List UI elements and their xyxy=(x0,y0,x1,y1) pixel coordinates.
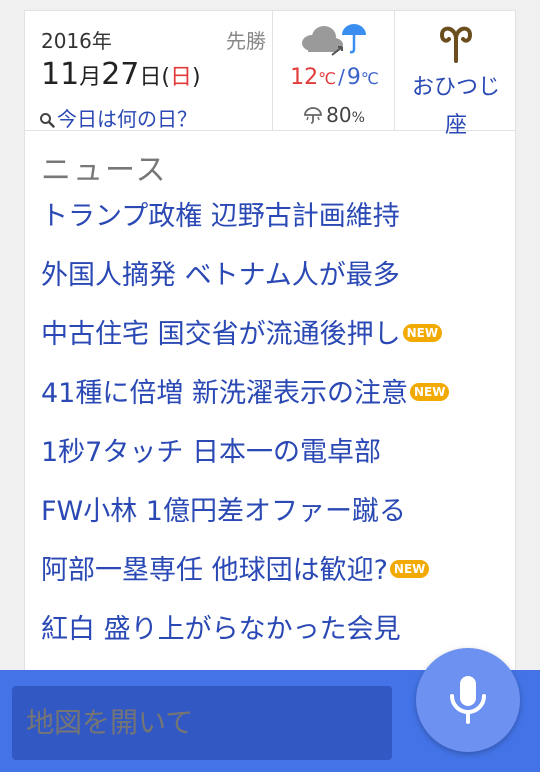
voice-search-button[interactable] xyxy=(416,648,520,752)
horoscope-panel[interactable]: おひつじ座 xyxy=(396,11,515,138)
weather-panel[interactable]: 12℃/9℃ 80% xyxy=(274,11,395,131)
month-day: 11月27日(日) xyxy=(41,57,201,92)
day-unit: 日 xyxy=(139,65,162,90)
new-badge: NEW xyxy=(389,560,430,578)
month-unit: 月 xyxy=(79,65,102,90)
news-title: 41種に倍増 新洗濯表示の注意 xyxy=(41,378,408,409)
rokuyo-label: 先勝 xyxy=(226,29,266,53)
high-temp: 12 xyxy=(290,65,319,90)
news-title: 紅白 盛り上がらなかった会見 xyxy=(41,614,401,645)
microphone-icon xyxy=(450,676,486,724)
news-item[interactable]: 外国人摘発 ベトナム人が最多 xyxy=(41,256,511,315)
news-item[interactable]: トランプ政権 辺野古計画維持 xyxy=(41,197,511,256)
rain-chance: 80% xyxy=(274,103,395,127)
info-header-row: 2016年 先勝 11月27日(日) 今日は何の日？ 12℃ /9℃ 80% お… xyxy=(25,11,515,138)
low-temp-unit: ℃ xyxy=(360,69,379,88)
high-temp-unit: ℃ xyxy=(318,69,337,88)
month-number: 11 xyxy=(41,57,80,92)
low-temp: 9 xyxy=(346,65,361,90)
new-badge: NEW xyxy=(402,324,443,342)
news-heading: ニュース xyxy=(41,153,168,188)
rain-percent-unit: % xyxy=(351,110,365,126)
day-number: 27 xyxy=(101,57,140,92)
weekday-label: 日 xyxy=(170,65,193,90)
umbrella-icon xyxy=(304,107,323,124)
year-label: 2016年 xyxy=(41,29,112,53)
news-title: 阿部一塁専任 他球団は歓迎? xyxy=(41,555,388,586)
news-title: トランプ政権 辺野古計画維持 xyxy=(41,201,400,232)
search-input[interactable] xyxy=(12,686,392,760)
date-panel[interactable]: 2016年 先勝 11月27日(日) 今日は何の日？ xyxy=(25,11,273,131)
cloudy-then-rain-icon xyxy=(302,24,366,56)
news-item[interactable]: 41種に倍増 新洗濯表示の注意 NEW xyxy=(41,374,511,433)
news-title: 1秒7タッチ 日本一の電卓部 xyxy=(41,437,381,468)
news-title: FW小林 1億円差オファー蹴る xyxy=(41,496,406,527)
news-item[interactable]: 阿部一塁専任 他球団は歓迎? NEW xyxy=(41,551,511,610)
temperature: 12℃/9℃ xyxy=(274,65,395,90)
weekday-paren-open: ( xyxy=(161,65,170,90)
weekday-paren-close: ) xyxy=(192,65,201,90)
news-item[interactable]: 1秒7タッチ 日本一の電卓部 xyxy=(41,433,511,492)
news-item[interactable]: 中古住宅 国交省が流通後押し NEW xyxy=(41,315,511,374)
aries-icon xyxy=(439,26,473,63)
news-title: 中古住宅 国交省が流通後押し xyxy=(41,319,401,350)
zodiac-name: おひつじ座 xyxy=(411,75,500,138)
today-trivia-label: 今日は何の日？ xyxy=(57,107,197,131)
news-title: 外国人摘発 ベトナム人が最多 xyxy=(41,260,400,291)
temp-separator: / xyxy=(338,65,345,89)
today-trivia-link[interactable]: 今日は何の日？ xyxy=(39,103,197,132)
news-item[interactable]: FW小林 1億円差オファー蹴る xyxy=(41,492,511,551)
new-badge: NEW xyxy=(409,383,450,401)
search-icon xyxy=(40,113,55,128)
rain-percent: 80 xyxy=(326,103,352,127)
info-card: 2016年 先勝 11月27日(日) 今日は何の日？ 12℃ /9℃ 80% お… xyxy=(24,10,516,690)
news-list: トランプ政権 辺野古計画維持 外国人摘発 ベトナム人が最多 中古住宅 国交省が流通後… xyxy=(41,197,511,669)
